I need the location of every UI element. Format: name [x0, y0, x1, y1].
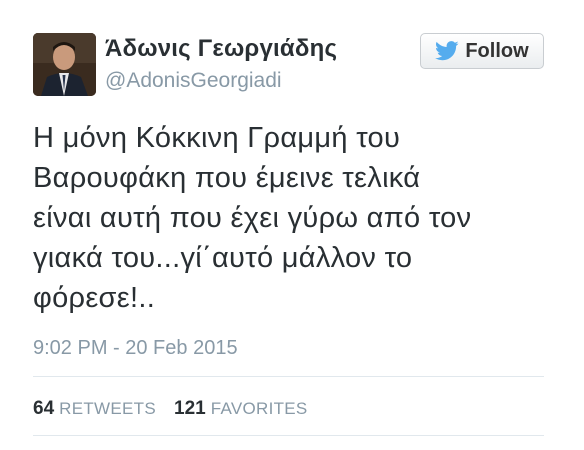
tweet-stats: 64 RETWEETS 121 FAVORITES	[33, 398, 308, 420]
tweet-card: Άδωνις Γεωργιάδης @AdonisGeorgiadi Follo…	[0, 0, 584, 450]
favorites-count: 121	[174, 398, 206, 419]
retweets-stat[interactable]: 64 RETWEETS	[33, 398, 156, 420]
retweets-count: 64	[33, 398, 55, 419]
retweets-label: RETWEETS	[59, 399, 156, 418]
author-handle[interactable]: @AdonisGeorgiadi	[105, 69, 282, 93]
author-display-name[interactable]: Άδωνις Γεωργιάδης	[105, 35, 337, 63]
avatar[interactable]	[33, 33, 96, 96]
favorites-label: FAVORITES	[210, 399, 308, 418]
follow-button-label: Follow	[465, 39, 529, 62]
follow-button[interactable]: Follow	[420, 33, 544, 69]
tweet-text: Η μόνη Κόκκινη Γραμμή του Βαρουφάκη που …	[33, 122, 472, 314]
tweet-header: Άδωνις Γεωργιάδης @AdonisGeorgiadi Follo…	[33, 33, 544, 99]
avatar-photo	[33, 33, 96, 96]
twitter-bird-icon	[435, 41, 459, 61]
divider	[33, 376, 544, 377]
tweet-timestamp[interactable]: 9:02 PM - 20 Feb 2015	[33, 337, 238, 360]
favorites-stat[interactable]: 121 FAVORITES	[174, 398, 308, 420]
divider	[33, 435, 544, 436]
